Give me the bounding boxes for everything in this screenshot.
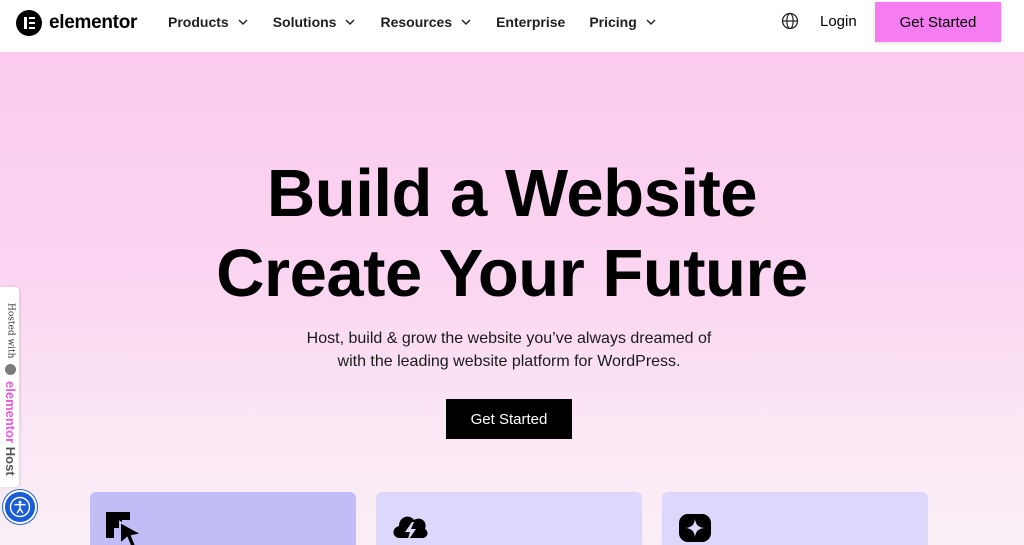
cloud-lightning-icon [393,516,428,542]
hosted-with-text: Hosted with [5,303,16,359]
hosted-brand-part-2: Host [3,447,18,477]
main-nav: Products Solutions Resources Enterprise … [168,0,681,44]
elementor-logo-icon [16,10,42,36]
nav-item-products[interactable]: Products [168,14,249,30]
nav-item-label: Enterprise [496,14,566,30]
nav-item-solutions[interactable]: Solutions [273,14,357,30]
hosted-with-badge[interactable]: Hosted with elementor Host [0,287,19,487]
login-link[interactable]: Login [820,13,857,30]
top-header: elementor Products Solutions Resources E… [0,0,1024,52]
nav-item-enterprise[interactable]: Enterprise [496,14,565,30]
sparkle-grid-icon [679,514,711,542]
hero-subtitle: Host, build & grow the website you’ve al… [0,327,1018,373]
accessibility-button[interactable] [3,490,37,524]
hero-title-line-1: Build a Website [266,156,758,231]
chevron-down-icon [345,19,355,25]
chevron-down-icon [646,19,656,25]
elementor-logo[interactable]: elementor [16,10,137,36]
globe-icon[interactable] [781,12,799,30]
hero-subtitle-line-1: Host, build & grow the website you’ve al… [306,330,712,347]
accessibility-icon [9,496,31,518]
chevron-down-icon [238,19,248,25]
hero-title-line-2: Create Your Future [216,236,808,311]
nav-item-label: Solutions [272,14,337,30]
logo-text: elementor [49,12,138,33]
get-started-button[interactable]: Get Started [875,2,1001,42]
hosted-brand-part-1: elementor [3,381,18,444]
hero-get-started-button[interactable]: Get Started [446,399,572,439]
cursor-sparkle-icon [106,512,144,545]
hosted-with-badge-content: Hosted with elementor Host [3,303,18,476]
nav-item-label: Resources [380,14,453,30]
nav-item-resources[interactable]: Resources [380,14,472,30]
feature-card-3[interactable] [662,492,928,545]
hero-title: Build a Website Create Your Future [0,154,1024,314]
feature-card-1[interactable] [90,492,356,545]
hero-subtitle-line-2: with the leading website platform for Wo… [337,353,681,370]
feature-card-2[interactable] [376,492,642,545]
hero-section: Build a Website Create Your Future Host,… [0,52,1024,545]
hosted-brand: elementor Host [3,381,18,476]
nav-item-label: Products [168,14,229,30]
elementor-mini-logo-icon [5,364,16,376]
nav-item-label: Pricing [589,14,637,30]
chevron-down-icon [461,19,471,25]
nav-item-pricing[interactable]: Pricing [589,14,656,30]
